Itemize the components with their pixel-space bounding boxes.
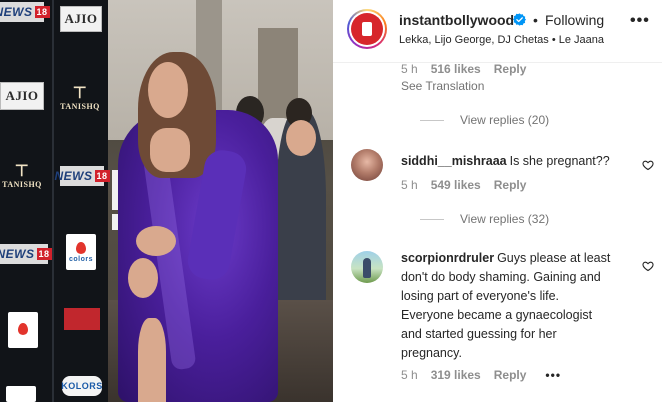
comment-body: siddhi__mishraaa Is she pregnant??	[401, 152, 633, 171]
view-replies-label: View replies (20)	[460, 113, 550, 127]
sponsor-logo-news18: NEWS18	[0, 2, 50, 22]
see-translation-button[interactable]: See Translation	[401, 79, 484, 93]
replies-divider	[420, 218, 444, 220]
commenter-username[interactable]: siddhi__mishraaa	[401, 154, 507, 168]
verified-badge-icon	[513, 13, 526, 26]
like-heart-icon[interactable]	[642, 260, 654, 272]
separator-dot: •	[533, 12, 538, 28]
drop-icon	[18, 323, 28, 335]
drop-icon	[76, 241, 86, 254]
comment-text-line: and started guessing for her	[401, 327, 557, 341]
comment-meta: 5 h 516 likes Reply	[401, 62, 539, 76]
sponsor-logo-colors: colors	[66, 234, 96, 270]
reply-button[interactable]: Reply	[494, 178, 527, 192]
comment-body: scorpionrdruler Guys please at least don'…	[401, 249, 641, 363]
bystander-hand	[286, 120, 316, 156]
comment-time[interactable]: 5 h	[401, 62, 418, 76]
account-username[interactable]: instantbollywood	[399, 12, 514, 28]
comment-meta: 5 h 549 likes Reply	[401, 178, 539, 192]
sponsor-backdrop: NEWS18 AJIO AJIO ⊤TANISHQ ⊤TANISHQ NEWS1…	[0, 0, 110, 402]
replies-divider	[420, 119, 444, 121]
sponsor-logo-badge	[64, 308, 100, 330]
tanishq-mark-icon: ⊤	[14, 162, 30, 180]
view-replies-button[interactable]: View replies (32)	[420, 212, 549, 226]
subject-face	[148, 62, 188, 118]
like-heart-icon[interactable]	[642, 159, 654, 171]
post-photo[interactable]: NEWS18 AJIO AJIO ⊤TANISHQ ⊤TANISHQ NEWS1…	[0, 0, 333, 402]
avatar-figure	[363, 258, 371, 278]
comment-text-line: pregnancy.	[401, 346, 462, 360]
comment-meta: 5 h 319 likes Reply •••	[401, 368, 574, 382]
more-options-icon[interactable]: •••	[630, 12, 650, 30]
sponsor-logo-tanishq: ⊤ TANISHQ	[60, 84, 100, 111]
subject-leg	[138, 318, 166, 402]
logo-glyph	[362, 22, 372, 36]
account-logo-icon	[351, 13, 383, 45]
subject-hand	[128, 258, 158, 298]
comment-time[interactable]: 5 h	[401, 368, 418, 382]
subject-shoulder	[150, 128, 190, 172]
comment-text-line: don't do body shaming. Gaining and	[401, 270, 601, 284]
following-button[interactable]: Following	[545, 12, 604, 28]
reply-button[interactable]: Reply	[494, 368, 527, 382]
comment-likes[interactable]: 319 likes	[431, 368, 481, 382]
comment-text-line: Guys please at least	[497, 251, 611, 265]
view-replies-button[interactable]: View replies (20)	[420, 113, 549, 127]
comment-time[interactable]: 5 h	[401, 178, 418, 192]
post-header: instantbollywood • Following ••• Lekka, …	[333, 0, 662, 63]
backdrop-seam	[52, 0, 54, 402]
comment-likes[interactable]: 549 likes	[431, 178, 481, 192]
comment-text: Is she pregnant??	[509, 154, 610, 168]
comment-likes[interactable]: 516 likes	[431, 62, 481, 76]
sponsor-logo-ajio: AJIO	[60, 6, 102, 32]
subject-hand	[136, 226, 176, 256]
audio-credit-link[interactable]: Lekka, Lijo George, DJ Chetas • Le Jaana	[399, 34, 604, 46]
sponsor-logo-colors	[8, 312, 38, 348]
commenter-avatar[interactable]	[351, 149, 383, 181]
sponsor-logo-news18: NEWS18	[0, 244, 52, 264]
sponsor-logo-tanishq: ⊤ TANISHQ	[2, 162, 42, 189]
account-avatar[interactable]	[347, 9, 387, 49]
sponsor-logo-colors	[6, 386, 36, 402]
view-replies-label: View replies (32)	[460, 212, 550, 226]
reply-button[interactable]: Reply	[494, 62, 527, 76]
post-side-panel: instantbollywood • Following ••• Lekka, …	[333, 0, 662, 402]
commenter-username[interactable]: scorpionrdruler	[401, 251, 494, 265]
sponsor-logo-ajio: AJIO	[0, 82, 44, 110]
sponsor-logo-kolors: KOLORS	[61, 376, 102, 396]
commenter-avatar[interactable]	[351, 251, 383, 283]
comment-text-line: Everyone became a gynaecologist	[401, 308, 593, 322]
tanishq-mark-icon: ⊤	[72, 84, 88, 102]
comment-text-line: losing part of everyone's life.	[401, 289, 560, 303]
sponsor-logo-news18: NEWS18	[55, 166, 110, 186]
comment-options-icon[interactable]: •••	[545, 368, 561, 382]
